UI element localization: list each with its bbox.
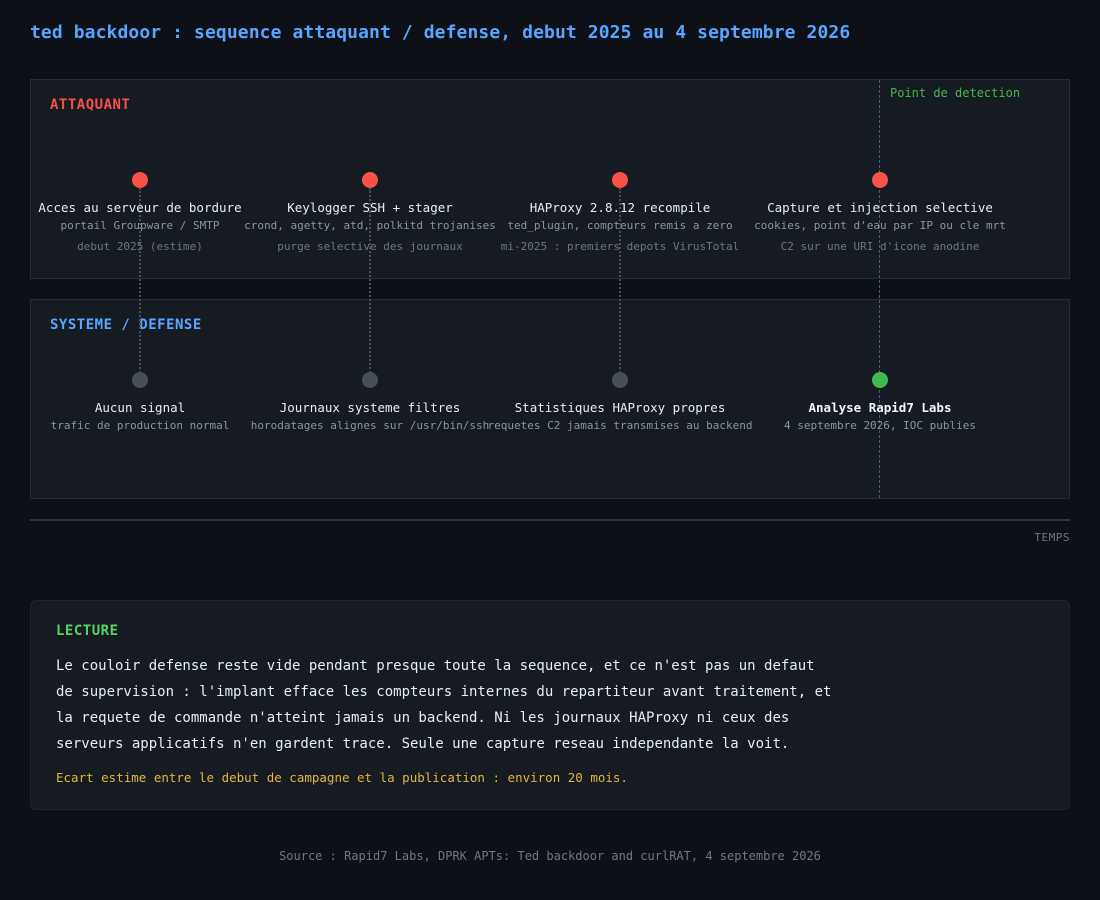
- connector-1: [139, 188, 141, 380]
- event-title: Keylogger SSH + stager: [287, 200, 453, 215]
- reading-line: Le couloir defense reste vide pendant pr…: [56, 658, 815, 674]
- event-title: Journaux systeme filtres: [279, 400, 461, 415]
- event-date: mi-2025 : premiers depots VirusTotal: [500, 240, 740, 253]
- event-title: Analyse Rapid7 Labs: [808, 400, 952, 415]
- defense-event-dot: [362, 372, 378, 388]
- event-title: Aucun signal: [94, 400, 186, 415]
- event-title: Statistiques HAProxy propres: [514, 400, 726, 415]
- reading-line: la requete de commande n'atteint jamais …: [56, 710, 790, 726]
- reading-panel: LECTURE Le couloir defense reste vide pe…: [30, 600, 1070, 810]
- event-date: C2 sur une URI d'icone anodine: [780, 240, 980, 253]
- reading-body: Le couloir defense reste vide pendant pr…: [56, 653, 856, 757]
- event-title: HAProxy 2.8.12 recompile: [529, 200, 711, 215]
- event-detail: requetes C2 jamais transmises au backend: [487, 419, 753, 432]
- event-detail: cookies, point d'eau par IP ou cle mrt: [754, 219, 1006, 232]
- detection-event-dot: [872, 372, 888, 388]
- defense-event-dot: [612, 372, 628, 388]
- attacker-event-dot: [872, 172, 888, 188]
- attacker-event-dot: [362, 172, 378, 188]
- reading-line: serveurs applicatifs n'en gardent trace.…: [56, 736, 790, 752]
- reading-label: LECTURE: [56, 623, 119, 639]
- event-detail: horodatages alignes sur /usr/bin/ssh: [250, 419, 490, 432]
- event-detail: portail Groupware / SMTP: [60, 219, 220, 232]
- event-detail: crond, agetty, atd, polkitd trojanises: [244, 219, 496, 232]
- event-title: Acces au serveur de bordure: [38, 200, 242, 215]
- reading-line: de supervision : l'implant efface les co…: [56, 684, 832, 700]
- event-detail: ted_plugin, compteurs remis a zero: [507, 219, 733, 232]
- defense-event-dot: [132, 372, 148, 388]
- time-axis-label: TEMPS: [1034, 531, 1070, 544]
- source-caption: Source : Rapid7 Labs, DPRK APTs: Ted bac…: [279, 849, 821, 863]
- event-title: Capture et injection selective: [767, 200, 993, 215]
- event-date: purge selective des journaux: [277, 240, 463, 253]
- defense-lane-label: SYSTEME / DEFENSE: [50, 317, 202, 333]
- connector-2: [369, 188, 371, 380]
- attacker-event-dot: [612, 172, 628, 188]
- attacker-lane-label: ATTAQUANT: [50, 97, 131, 113]
- event-detail: 4 septembre 2026, IOC publies: [783, 419, 977, 432]
- attacker-event-dot: [132, 172, 148, 188]
- defense-lane: SYSTEME / DEFENSE: [30, 299, 1070, 499]
- event-date: debut 2025 (estime): [77, 240, 203, 253]
- reading-note: Ecart estime entre le debut de campagne …: [56, 770, 628, 785]
- event-detail: trafic de production normal: [50, 419, 230, 432]
- connector-3: [619, 188, 621, 380]
- detection-label: Point de detection: [890, 86, 1021, 100]
- page-title: ted backdoor : sequence attaquant / defe…: [30, 22, 851, 43]
- time-axis: [30, 519, 1070, 521]
- detection-line: [879, 80, 880, 498]
